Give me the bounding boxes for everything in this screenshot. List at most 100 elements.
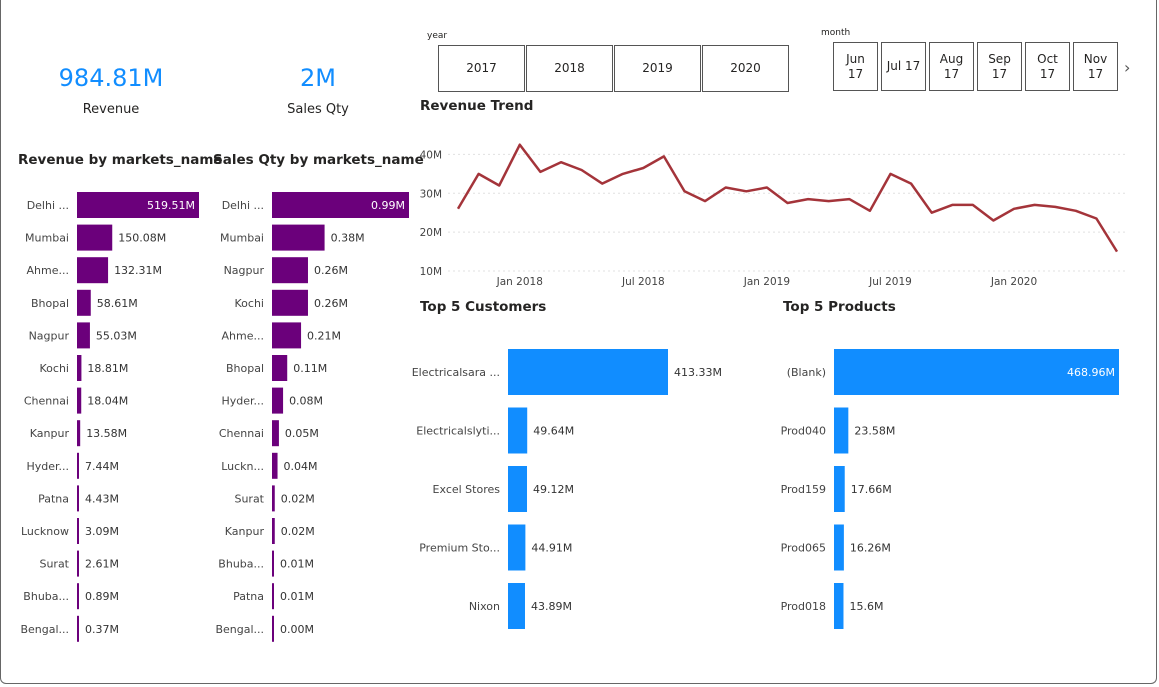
- data-label: 132.31M: [114, 264, 162, 277]
- bar: [272, 485, 275, 512]
- x-tick-label: Jan 2019: [743, 276, 790, 288]
- category-label: Electricalslyti...: [416, 425, 500, 438]
- x-tick-label: Jul 2019: [868, 276, 912, 288]
- month-option[interactable]: Jun 17: [833, 42, 878, 91]
- bar: [77, 322, 90, 349]
- category-label: Bhuba...: [23, 590, 69, 603]
- bar: [834, 583, 844, 629]
- x-tick-label: Jan 2020: [990, 276, 1037, 288]
- revenue-trend-chart: 10M 20M 30M 40M Jan 2018 Jul 2018 Jan 2019 Jul …: [420, 143, 1125, 288]
- data-label: 0.05M: [285, 427, 319, 440]
- category-label: Chennai: [24, 395, 69, 408]
- bar: [272, 420, 279, 447]
- data-label: 0.01M: [280, 558, 314, 571]
- revenue-by-market-chart: Delhi ... 519.51M Mumbai 150.08M Ahme... 132.…: [20, 192, 199, 642]
- month-option-label: Sep: [988, 52, 1011, 67]
- category-label: Lucknow: [21, 525, 69, 538]
- bar: [508, 583, 525, 629]
- data-label: 0.37M: [85, 623, 119, 636]
- data-label: 17.66M: [851, 483, 892, 496]
- data-label: 0.26M: [314, 297, 348, 310]
- data-label: 519.51M: [147, 199, 195, 212]
- month-option[interactable]: Aug 17: [929, 42, 974, 91]
- year-option-2017[interactable]: 2017: [438, 45, 525, 92]
- category-label: Surat: [234, 492, 264, 505]
- chevron-right-icon[interactable]: ›: [1124, 58, 1130, 77]
- data-label: 0.02M: [281, 492, 315, 505]
- bar: [77, 387, 82, 414]
- data-label: 0.02M: [281, 525, 315, 538]
- bar: [77, 257, 109, 284]
- year-slicer-label: year: [427, 31, 448, 41]
- month-option[interactable]: Jul 17: [881, 42, 926, 91]
- y-tick-label: 40M: [420, 149, 442, 161]
- month-option-label: 17: [1039, 66, 1056, 81]
- data-label: 3.09M: [85, 525, 119, 538]
- category-label: Prod018: [781, 600, 826, 613]
- data-label: 0.08M: [289, 395, 323, 408]
- category-label: Chennai: [219, 427, 264, 440]
- category-label: Bengal...: [215, 623, 264, 636]
- year-option-2018[interactable]: 2018: [526, 45, 613, 92]
- data-label: 44.91M: [531, 542, 572, 555]
- bar: [77, 224, 113, 251]
- data-label: 49.64M: [533, 425, 574, 438]
- top-products-chart: (Blank) 468.96M Prod040 23.58M Prod159 17.66M…: [781, 349, 1119, 629]
- revenue-kpi-label: Revenue: [82, 102, 140, 117]
- data-label: 16.26M: [850, 542, 891, 555]
- bar: [77, 452, 79, 479]
- bar: [272, 257, 308, 284]
- category-label: Delhi ...: [27, 199, 69, 212]
- data-label: 0.01M: [280, 590, 314, 603]
- bar: [272, 224, 325, 251]
- category-label: Luckn...: [221, 460, 264, 473]
- category-label: Mumbai: [25, 232, 69, 245]
- category-label: Bhopal: [31, 297, 69, 310]
- month-option[interactable]: Oct 17: [1025, 42, 1070, 91]
- x-tick-label: Jan 2018: [496, 276, 543, 288]
- category-label: Surat: [39, 558, 69, 571]
- year-option-2020[interactable]: 2020: [702, 45, 789, 92]
- category-label: Nagpur: [224, 264, 265, 277]
- y-tick-label: 30M: [420, 188, 442, 200]
- data-label: 43.89M: [531, 600, 572, 613]
- month-option[interactable]: Nov 17: [1073, 42, 1118, 91]
- top-customers-chart: Electricalsara ... 413.33M Electricalslyti…: [412, 349, 722, 629]
- bar: [77, 289, 91, 316]
- bar: [272, 583, 274, 610]
- month-option[interactable]: Sep 17: [977, 42, 1022, 91]
- bar: [508, 524, 526, 571]
- data-label: 13.58M: [86, 427, 127, 440]
- sales-qty-kpi-value: 2M: [300, 64, 336, 92]
- data-label: 49.12M: [533, 483, 574, 496]
- category-label: Mumbai: [220, 232, 264, 245]
- category-label: Kochi: [40, 362, 69, 375]
- category-label: Delhi ...: [222, 199, 264, 212]
- category-label: Bhuba...: [218, 558, 264, 571]
- category-label: Hyder...: [221, 395, 264, 408]
- data-label: 18.81M: [87, 362, 128, 375]
- category-label: Kanpur: [30, 427, 70, 440]
- category-label: Bengal...: [20, 623, 69, 636]
- category-label: Bhopal: [226, 362, 264, 375]
- bar: [272, 518, 275, 544]
- category-label: Nagpur: [29, 329, 70, 342]
- bar: [508, 466, 528, 512]
- month-option-label: 17: [847, 66, 864, 81]
- bar: [834, 466, 845, 512]
- bar: [272, 322, 302, 349]
- data-label: 18.04M: [87, 395, 128, 408]
- category-label: Kanpur: [225, 525, 265, 538]
- data-label: 468.96M: [1067, 366, 1115, 379]
- data-label: 0.89M: [85, 590, 119, 603]
- month-option-label: Jun: [846, 52, 865, 67]
- data-label: 0.38M: [331, 232, 365, 245]
- category-label: Nixon: [469, 600, 500, 613]
- month-option-label: 17: [943, 66, 960, 81]
- bar: [272, 615, 274, 642]
- month-option-label: Jul 17: [886, 59, 921, 74]
- data-label: 0.00M: [280, 623, 314, 636]
- data-label: 7.44M: [85, 460, 119, 473]
- year-option-2019[interactable]: 2019: [614, 45, 701, 92]
- data-label: 15.6M: [849, 600, 883, 613]
